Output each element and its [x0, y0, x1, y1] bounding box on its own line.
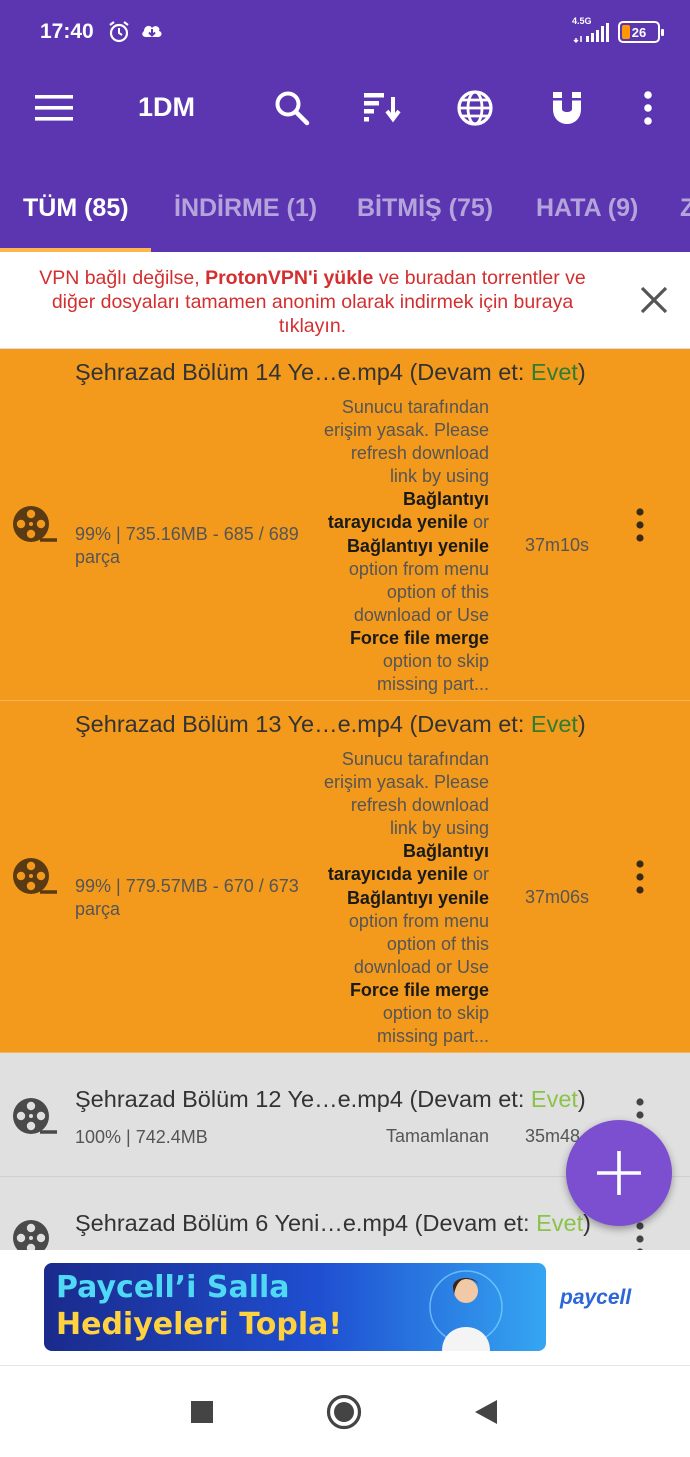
close-banner-button[interactable]	[636, 282, 672, 318]
download-item[interactable]: Şehrazad Bölüm 14 Ye…e.mp4 (Devam et: Ev…	[0, 349, 690, 701]
ad-brand-logo[interactable]: paycell	[560, 1286, 631, 1310]
tab-downloading[interactable]: İNDİRME (1)	[174, 194, 317, 223]
elapsed-time: 35m48	[525, 1126, 581, 1146]
home-circle-icon	[326, 1394, 362, 1430]
square-icon	[191, 1401, 213, 1423]
item-menu-icon[interactable]	[630, 1221, 650, 1250]
globe-icon	[457, 90, 493, 126]
file-name: Şehrazad Bölüm 14 Ye…e.mp4 (Devam et: Ev…	[75, 359, 586, 385]
system-nav-bar	[0, 1366, 690, 1457]
ad-image[interactable]: Paycell’i Salla Hediyeleri Topla!	[44, 1263, 546, 1351]
item-menu-icon[interactable]	[630, 507, 650, 543]
error-message: Sunucu tarafından erişim yasak. Please r…	[323, 397, 489, 695]
hamburger-icon	[35, 95, 73, 121]
file-name: Şehrazad Bölüm 6 Yeni…e.mp4 (Devam et: E…	[75, 1210, 591, 1236]
sort-button[interactable]	[360, 86, 404, 130]
app-bar: 17:40 4.5G 26 1DM TÜM (85) İNDİRME (1) B…	[0, 0, 690, 252]
battery-icon: 26	[618, 21, 664, 43]
download-progress: 99% | 779.57MB - 670 / 673 parça	[75, 876, 299, 919]
close-icon	[640, 286, 668, 314]
ad-headline: Paycell’i Salla	[56, 1270, 290, 1305]
download-item[interactable]: Şehrazad Bölüm 13 Ye…e.mp4 (Devam et: Ev…	[0, 701, 690, 1053]
cloud-download-icon	[140, 20, 164, 47]
magnet-icon	[553, 92, 581, 124]
search-icon	[275, 91, 310, 126]
alarm-icon	[108, 20, 130, 49]
add-download-button[interactable]	[566, 1120, 672, 1226]
vpn-banner-text[interactable]: VPN bağlı değilse, ProtonVPN'i yükle ve …	[20, 266, 605, 338]
status-right: 4.5G 26	[572, 16, 664, 44]
back-triangle-icon	[475, 1400, 497, 1424]
overflow-menu-button[interactable]	[626, 86, 670, 130]
error-message: Sunucu tarafından erişim yasak. Please r…	[323, 749, 489, 1047]
search-button[interactable]	[270, 86, 314, 130]
download-progress: 99% | 735.16MB - 685 / 689 parça	[75, 524, 299, 567]
elapsed-time: 37m10s	[525, 535, 590, 555]
tab-all[interactable]: TÜM (85)	[23, 194, 129, 223]
tab-bar: TÜM (85) İNDİRME (1) BİTMİŞ (75) HATA (9…	[0, 180, 690, 252]
file-name: Şehrazad Bölüm 13 Ye…e.mp4 (Devam et: Ev…	[75, 711, 586, 737]
battery-level: 26	[631, 24, 647, 40]
person-image	[429, 1270, 503, 1351]
status-bar: 17:40 4.5G 26	[40, 16, 664, 50]
film-reel-icon	[13, 1098, 57, 1134]
file-name: Şehrazad Bölüm 12 Ye…e.mp4 (Devam et: Ev…	[75, 1086, 586, 1112]
magnet-button[interactable]	[545, 86, 589, 130]
status-time: 17:40	[40, 20, 94, 43]
tab-finished[interactable]: BİTMİŞ (75)	[357, 194, 493, 223]
more-vert-icon	[644, 91, 652, 125]
ad-subheadline: Hediyeleri Topla!	[56, 1307, 343, 1342]
download-progress: 100% | 742.4MB	[75, 1127, 208, 1147]
film-reel-icon	[13, 1220, 49, 1250]
protonvpn-link[interactable]: ProtonVPN'i yükle	[205, 267, 373, 289]
film-reel-icon	[13, 506, 57, 542]
plus-icon	[597, 1151, 641, 1195]
film-reel-icon	[13, 858, 57, 894]
app-title: 1DM	[138, 92, 196, 122]
item-menu-icon[interactable]	[630, 859, 650, 895]
elapsed-time: 37m06s	[525, 887, 590, 907]
toolbar: 1DM	[0, 80, 690, 136]
ad-banner[interactable]: Paycell’i Salla Hediyeleri Topla! paycel…	[0, 1250, 690, 1366]
back-button[interactable]	[468, 1394, 504, 1430]
sort-icon	[364, 93, 401, 123]
home-button[interactable]	[326, 1394, 362, 1430]
menu-button[interactable]	[32, 86, 76, 130]
download-status: Tamamlanan	[385, 1126, 489, 1146]
vpn-banner[interactable]: VPN bağlı değilse, ProtonVPN'i yükle ve …	[0, 252, 690, 349]
signal-icon: 4.5G	[572, 16, 612, 44]
download-list: Şehrazad Bölüm 14 Ye…e.mp4 (Devam et: Ev…	[0, 349, 690, 1250]
browser-button[interactable]	[453, 86, 497, 130]
tab-next[interactable]: Z	[680, 194, 690, 223]
recents-button[interactable]	[184, 1394, 220, 1430]
tab-error[interactable]: HATA (9)	[536, 194, 638, 223]
